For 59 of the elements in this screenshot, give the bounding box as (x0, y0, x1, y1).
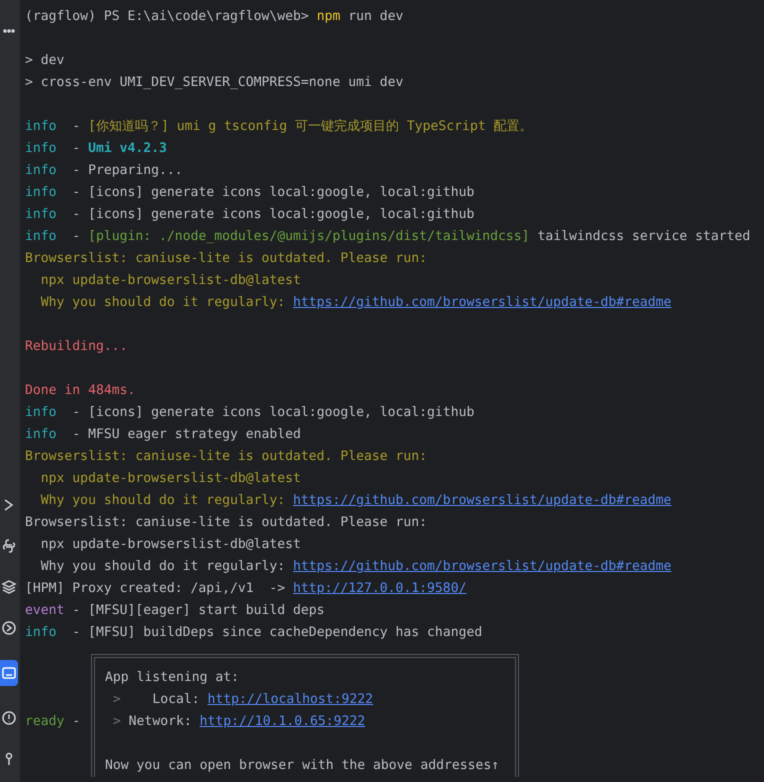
log-text: - [icons] generate icons local:google, local:github (71, 405, 474, 420)
log-text: npx update-browserslist-db@latest (40, 273, 301, 288)
log-text: - (72, 713, 80, 731)
log-level: info (25, 119, 57, 134)
log-text: Browserslist: caniuse-lite is outdated. Please run: (25, 251, 428, 266)
log-text: - Preparing... (71, 163, 183, 178)
log-text: npx update-browserslist-db@latest (40, 471, 301, 486)
log-level: info (25, 625, 57, 640)
log-text: - [MFSU] buildDeps since cacheDependency has changed (71, 625, 482, 640)
log-level: info (25, 141, 57, 156)
log-text: [你知道吗？] umi g tsconfig 可一键完成项目的 TypeScript 配置。 (88, 119, 533, 134)
log-level: ready (25, 713, 64, 731)
log-text: - (71, 141, 82, 156)
log-text: npm (316, 9, 340, 24)
log-level: info (25, 427, 57, 442)
log-text: Why you should do it regularly: (40, 295, 286, 310)
log-text: Network: (128, 714, 193, 729)
log-level: info (25, 229, 57, 244)
log-text: Browserslist: caniuse-lite is outdated. Please run: (25, 449, 428, 464)
problems-icon[interactable] (0, 709, 18, 727)
log-text: npx update-browserslist-db@latest (40, 537, 301, 552)
log-text: Browserslist: caniuse-lite is outdated. Please run: (25, 515, 428, 530)
log-level: event (25, 603, 64, 618)
log-text: Why you should do it regularly: (40, 559, 286, 574)
log-text: App listening at: (105, 670, 240, 685)
log-text: - [MFSU][eager] start build deps (71, 603, 325, 618)
log-text: [plugin: ./node_modules/@umijs/plugins/dist/tailwindcss] (88, 229, 530, 244)
log-text: Why you should do it regularly: (40, 493, 286, 508)
log-text: run dev (347, 9, 404, 24)
log-text: - [icons] generate icons local:google, local:github (71, 207, 474, 222)
terminal-icon[interactable] (0, 660, 18, 686)
layers-icon[interactable] (0, 578, 18, 596)
log-text: > (112, 714, 121, 729)
log-text: - (71, 229, 82, 244)
log-level: info (25, 163, 57, 178)
log-text: - MFSU eager strategy enabled (71, 427, 301, 442)
log-text: Umi v4.2.3 (88, 141, 167, 156)
log-text: tailwindcss service started (536, 229, 750, 244)
run-icon[interactable] (0, 619, 18, 637)
log-text: (ragflow) PS E:\ai\code\ragflow\web> (25, 9, 310, 24)
log-level: info (25, 405, 57, 420)
log-text: - (71, 119, 82, 134)
link[interactable]: https://github.com/browserslist/update-db#readme (293, 493, 672, 508)
log-text: - [icons] generate icons local:google, local:github (71, 185, 474, 200)
log-text: > cross-env UMI_DEV_SERVER_COMPRESS=none umi dev (25, 75, 404, 90)
link[interactable]: https://github.com/browserslist/update-db#readme (293, 295, 672, 310)
log-text: [HPM] Proxy created: /api,/v1 -> (25, 581, 286, 596)
log-text: > (112, 692, 121, 707)
link[interactable]: http://10.1.0.65:9222 (200, 714, 366, 729)
link[interactable]: http://localhost:9222 (208, 692, 374, 707)
log-text: Local: (151, 692, 201, 707)
log-level: info (25, 185, 57, 200)
log-level: info (25, 207, 57, 222)
log-text: > dev (25, 53, 64, 68)
log-text: Done in 484ms. (25, 383, 136, 398)
link[interactable]: https://github.com/browserslist/update-db#readme (293, 559, 672, 574)
log-text: Rebuilding... (25, 339, 128, 354)
link[interactable]: http://127.0.0.1:9580/ (293, 581, 466, 596)
log-text: Now you can open browser with the above addresses↑ (105, 758, 500, 773)
